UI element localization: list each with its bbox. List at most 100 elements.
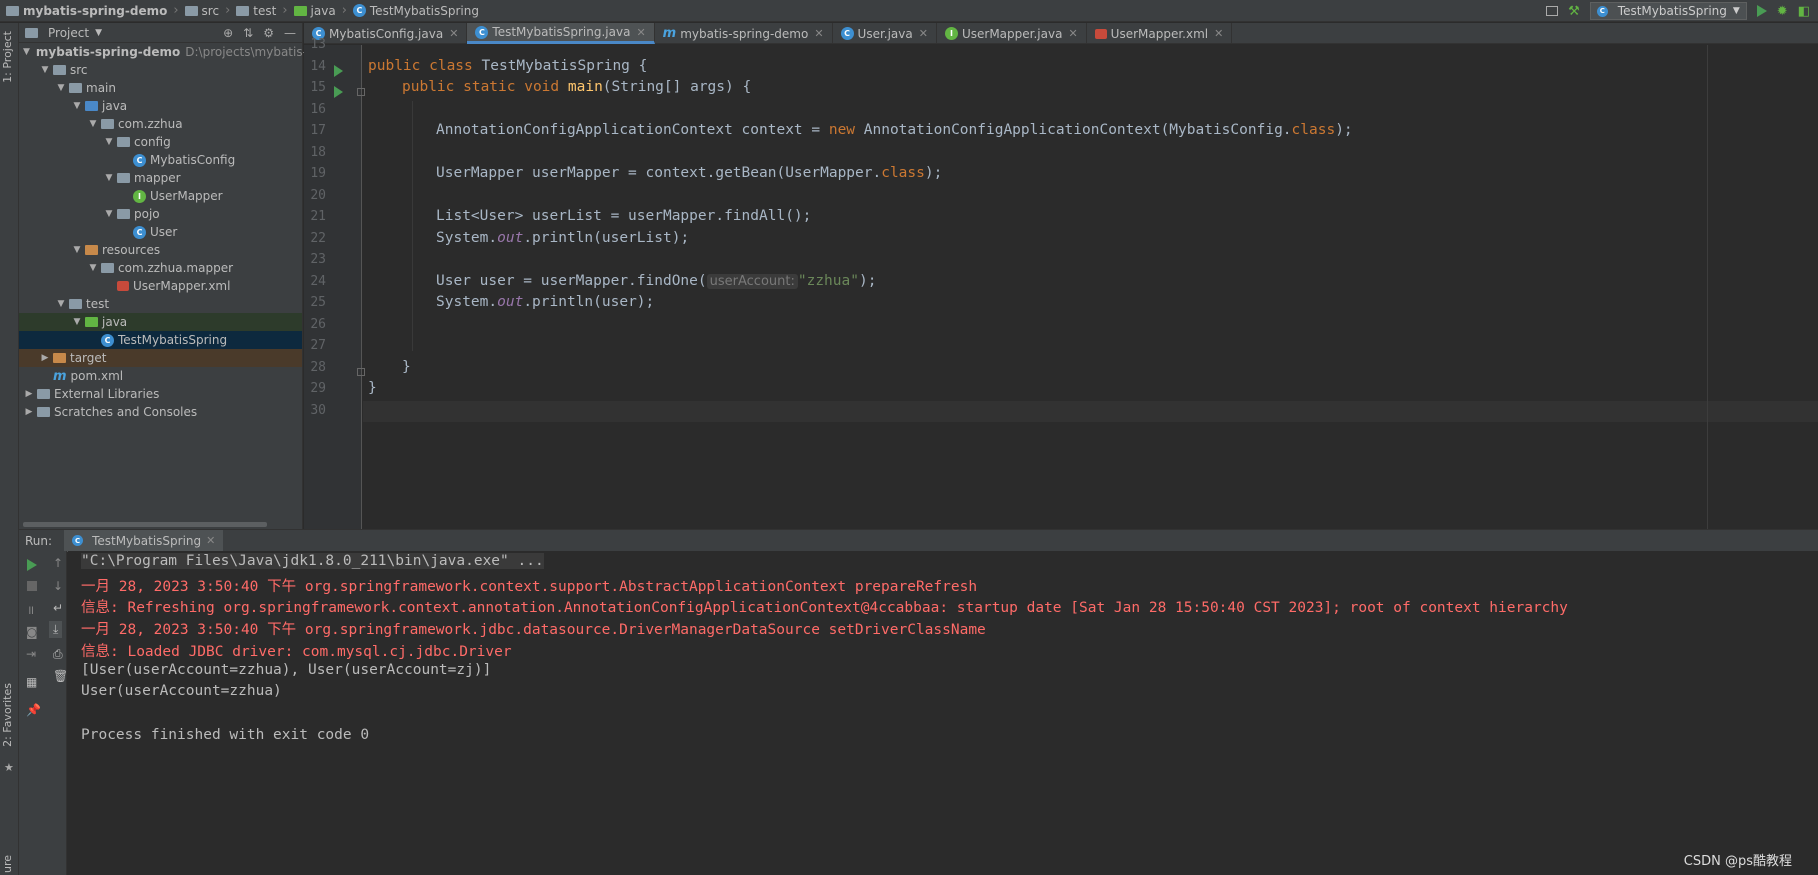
breadcrumb-file[interactable]: C TestMybatisSpring xyxy=(347,0,479,22)
collapse-arrow-icon[interactable]: ▶ xyxy=(39,353,51,363)
run-class-icon[interactable] xyxy=(334,64,343,77)
tree-item[interactable]: ▼ main xyxy=(19,79,302,97)
tree-item[interactable]: C User xyxy=(19,223,302,241)
close-icon[interactable]: ✕ xyxy=(1214,27,1223,40)
right-margin-guide xyxy=(1707,45,1708,529)
tree-item[interactable]: ▼ mybatis-spring-demo D:\projects\mybatis-… xyxy=(19,43,344,61)
print-icon[interactable]: ⎙ xyxy=(53,647,63,662)
breadcrumb-src[interactable]: src › xyxy=(179,0,230,22)
coverage-icon[interactable]: ◧ xyxy=(1798,4,1810,19)
tree-item[interactable]: ▶ target xyxy=(19,349,302,367)
run-method-icon[interactable] xyxy=(334,86,343,98)
trash-icon[interactable]: 🗑 xyxy=(53,669,68,683)
close-icon[interactable]: ✕ xyxy=(919,27,928,40)
expand-arrow-icon[interactable]: ▼ xyxy=(23,47,30,57)
gear-icon[interactable]: ⚙ xyxy=(263,26,274,40)
expand-arrow-icon[interactable]: ▼ xyxy=(39,65,51,75)
close-icon[interactable]: ✕ xyxy=(449,27,458,40)
test-folder-icon xyxy=(293,5,307,16)
tree-item[interactable]: C MybatisConfig xyxy=(19,151,302,169)
run-tab[interactable]: C TestMybatisSpring ✕ xyxy=(64,529,224,552)
expand-arrow-icon[interactable]: ▼ xyxy=(71,245,83,255)
expand-arrow-icon[interactable]: ▼ xyxy=(71,101,83,111)
editor-tab[interactable]: C TestMybatisSpring.java ✕ xyxy=(467,23,655,44)
code-token: userAccount: xyxy=(706,273,798,289)
editor-tab[interactable]: UserMapper.xml ✕ xyxy=(1087,23,1233,44)
build-hammer-icon[interactable]: ⚒ xyxy=(1568,4,1580,19)
tree-item[interactable]: ▼ resources xyxy=(19,241,302,259)
project-tool-tab[interactable]: 1: Project xyxy=(1,31,14,83)
login-icon[interactable]: ⇥ xyxy=(26,647,36,661)
expand-arrow-icon[interactable]: ▼ xyxy=(71,317,83,327)
tree-item[interactable]: I UserMapper xyxy=(19,187,302,205)
dropdown-arrow-icon[interactable]: ▼ xyxy=(95,28,102,38)
tree-item[interactable]: ▼ src xyxy=(19,61,302,79)
camera-icon[interactable]: ◙ xyxy=(26,625,38,639)
code-token: TestMybatisSpring { xyxy=(481,57,648,74)
locate-icon[interactable]: ⊕ xyxy=(223,26,233,40)
arrow-down-icon[interactable]: ↓ xyxy=(53,579,63,593)
tree-item-label: User xyxy=(150,225,178,239)
soft-wrap-icon[interactable]: ↵ xyxy=(53,601,63,615)
horizontal-scrollbar[interactable] xyxy=(23,522,267,527)
hide-icon[interactable]: — xyxy=(284,26,296,40)
tree-item[interactable]: C TestMybatisSpring xyxy=(19,331,302,349)
project-view-selector[interactable]: Project xyxy=(48,26,89,40)
tree-item[interactable]: ▼ test xyxy=(19,295,302,313)
console-output[interactable]: "C:\Program Files\Java\jdk1.8.0_211\bin\… xyxy=(68,551,1818,875)
arrow-up-icon[interactable]: ↑ xyxy=(53,556,63,570)
tree-item[interactable]: ▼ pojo xyxy=(19,205,302,223)
tree-item[interactable]: UserMapper.xml xyxy=(19,277,302,295)
breadcrumb-project[interactable]: mybatis-spring-demo › xyxy=(0,0,179,22)
tree-item-label: TestMybatisSpring xyxy=(118,333,228,347)
tree-item[interactable]: ▼ com.zzhua xyxy=(19,115,302,133)
line-number: 29 xyxy=(310,381,326,396)
fold-marker-icon[interactable] xyxy=(357,367,365,376)
editor-tab[interactable]: C User.java ✕ xyxy=(833,23,937,44)
breadcrumb-java[interactable]: java › xyxy=(288,0,347,22)
favorites-tool-tab[interactable]: 2: Favorites xyxy=(1,683,14,747)
tree-item[interactable]: ▶ Scratches and Consoles xyxy=(19,403,302,421)
close-icon[interactable]: ✕ xyxy=(814,27,823,40)
project-structure-icon[interactable] xyxy=(1546,6,1559,16)
breadcrumb-test[interactable]: test › xyxy=(230,0,288,22)
expand-arrow-icon[interactable]: ▼ xyxy=(87,119,99,129)
tree-item[interactable]: ▼ mapper xyxy=(19,169,302,187)
stop-icon[interactable] xyxy=(27,581,37,591)
close-icon[interactable]: ✕ xyxy=(636,26,645,39)
pause-icon[interactable]: ॥ xyxy=(27,601,34,618)
close-icon[interactable]: ✕ xyxy=(206,534,215,547)
tree-item[interactable]: ▼ java xyxy=(19,313,302,331)
project-tree: ▼ mybatis-spring-demo D:\projects\mybatis-… xyxy=(19,43,344,421)
run-icon[interactable] xyxy=(1756,5,1767,17)
tree-item[interactable]: ▼ config xyxy=(19,133,302,151)
pin-icon[interactable]: 📌 xyxy=(26,703,41,717)
debug-icon[interactable]: ✹ xyxy=(1777,4,1788,19)
collapse-arrow-icon[interactable]: ▶ xyxy=(23,389,35,399)
run-configuration-select[interactable]: C TestMybatisSpring ▼ xyxy=(1589,2,1747,20)
editor-tab[interactable]: I UserMapper.java ✕ xyxy=(937,23,1087,44)
console-line: 信息: Refreshing org.springframework.conte… xyxy=(81,600,1568,617)
tree-item-label: java xyxy=(102,99,128,113)
layout-icon[interactable]: ▦ xyxy=(26,675,37,689)
expand-arrow-icon[interactable]: ▼ xyxy=(103,137,115,147)
expand-arrow-icon[interactable]: ▼ xyxy=(87,263,99,273)
editor-tab[interactable]: C MybatisConfig.java ✕ xyxy=(304,23,468,44)
rerun-icon[interactable] xyxy=(27,559,37,571)
close-icon[interactable]: ✕ xyxy=(1068,27,1077,40)
structure-tool-tab[interactable]: ure xyxy=(1,855,14,873)
tree-item[interactable]: ▼ com.zzhua.mapper xyxy=(19,259,302,277)
tree-item[interactable]: ▼ java xyxy=(19,97,302,115)
editor-tab[interactable]: m mybatis-spring-demo ✕ xyxy=(655,23,833,44)
expand-arrow-icon[interactable]: ▼ xyxy=(55,299,67,309)
tree-item[interactable]: m pom.xml xyxy=(19,367,302,385)
code-editor[interactable]: 13 14 15 16 17 18 19 20 21 22 23 24 25 26 27 28 29 30 pub… xyxy=(304,37,1818,529)
tree-item[interactable]: ▶ External Libraries xyxy=(19,385,302,403)
collapse-all-icon[interactable]: ⇅ xyxy=(243,26,253,40)
scroll-to-end-icon[interactable]: ⤓ xyxy=(49,621,63,638)
collapse-arrow-icon[interactable]: ▶ xyxy=(23,407,35,417)
expand-arrow-icon[interactable]: ▼ xyxy=(103,209,115,219)
expand-arrow-icon[interactable]: ▼ xyxy=(55,83,67,93)
expand-arrow-icon[interactable]: ▼ xyxy=(103,173,115,183)
fold-marker-icon[interactable] xyxy=(357,88,365,96)
